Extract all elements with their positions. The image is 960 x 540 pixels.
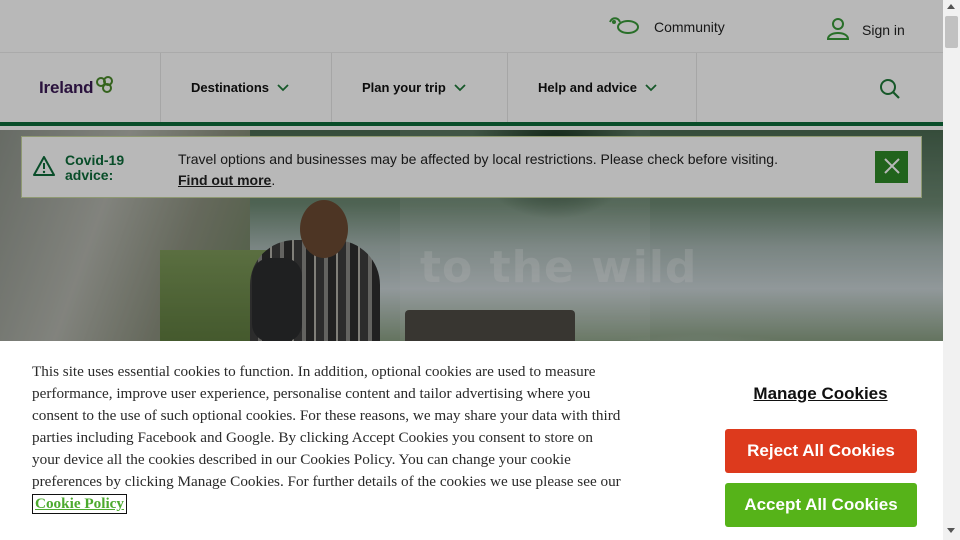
chevron-down-icon xyxy=(454,80,466,95)
covid-message: Travel options and businesses may be aff… xyxy=(178,149,868,191)
sign-in-label: Sign in xyxy=(862,21,905,38)
nav-plan-your-trip[interactable]: Plan your trip xyxy=(332,53,508,122)
cookie-text: This site uses essential cookies to func… xyxy=(32,361,622,515)
nav-help-and-advice[interactable]: Help and advice xyxy=(508,53,697,122)
nav-help-label: Help and advice xyxy=(538,80,637,95)
community-link[interactable]: Community xyxy=(608,16,725,37)
nav-destinations[interactable]: Destinations xyxy=(161,53,332,122)
scroll-down-arrow-icon[interactable] xyxy=(947,528,955,533)
community-label: Community xyxy=(654,18,725,35)
logo-text: Ireland xyxy=(39,77,94,97)
covid-banner: Covid-19 advice: Travel options and busi… xyxy=(21,136,922,198)
covid-link-suffix: . xyxy=(271,172,276,188)
search-icon[interactable] xyxy=(879,78,901,105)
utility-bar: Community Sign in xyxy=(0,0,943,53)
page-scrollbar[interactable] xyxy=(943,0,960,540)
hero-overlay-word: to the wild xyxy=(420,242,698,293)
covid-title: Covid-19 advice: xyxy=(65,152,125,183)
main-navigation: Ireland Destinations Plan your trip Help… xyxy=(0,53,943,126)
cookie-description: This site uses essential cookies to func… xyxy=(32,363,621,490)
chevron-down-icon xyxy=(645,80,657,95)
find-out-more-link[interactable]: Find out more xyxy=(178,172,271,188)
accept-all-cookies-button[interactable]: Accept All Cookies xyxy=(725,483,917,527)
close-covid-banner-button[interactable] xyxy=(875,151,908,183)
cookie-policy-link[interactable]: Cookie Policy xyxy=(32,494,128,514)
shamrock-icon xyxy=(95,76,115,99)
cookie-consent-panel: This site uses essential cookies to func… xyxy=(0,341,943,540)
sign-in-link[interactable]: Sign in xyxy=(826,16,905,43)
warning-icon xyxy=(33,156,55,181)
hero-person-head xyxy=(300,200,348,258)
chevron-down-icon xyxy=(277,80,289,95)
covid-message-text: Travel options and businesses may be aff… xyxy=(178,151,778,167)
nav-plan-label: Plan your trip xyxy=(362,80,446,95)
user-icon xyxy=(826,16,850,43)
hero-backpack xyxy=(252,258,302,342)
community-icon xyxy=(608,16,640,37)
scroll-up-arrow-icon[interactable] xyxy=(947,4,955,9)
hero-rocks xyxy=(405,310,575,342)
close-icon xyxy=(883,157,900,177)
manage-cookies-link[interactable]: Manage Cookies xyxy=(725,384,916,404)
scrollbar-thumb[interactable] xyxy=(945,16,958,48)
reject-all-cookies-button[interactable]: Reject All Cookies xyxy=(725,429,917,473)
site-logo[interactable]: Ireland xyxy=(0,53,161,122)
nav-destinations-label: Destinations xyxy=(191,80,270,95)
